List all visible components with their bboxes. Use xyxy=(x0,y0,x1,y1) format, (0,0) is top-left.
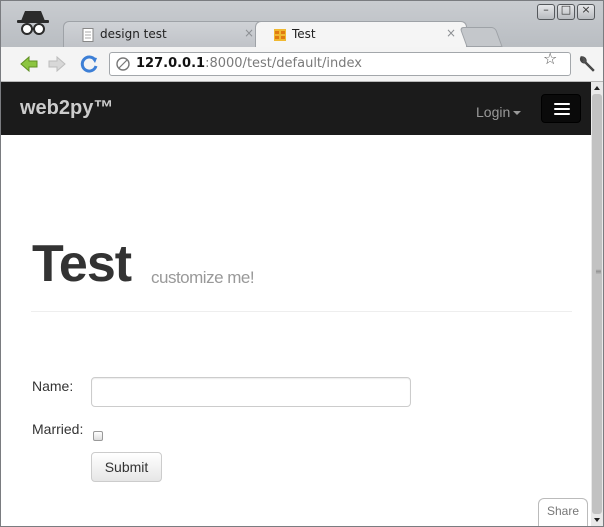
web2py-favicon-icon xyxy=(274,29,286,41)
bookmark-star-icon[interactable]: ☆ xyxy=(543,49,557,68)
page-subtitle: customize me! xyxy=(151,268,255,287)
header-divider xyxy=(31,311,572,312)
tab-label: Test xyxy=(292,27,316,41)
new-tab-button[interactable] xyxy=(459,27,503,47)
page-title: Test xyxy=(32,235,132,293)
tab-test-active[interactable]: Test × xyxy=(255,21,467,47)
reload-icon[interactable] xyxy=(79,54,99,74)
hamburger-icon xyxy=(554,108,570,110)
married-checkbox[interactable] xyxy=(93,431,103,441)
back-arrow-icon[interactable] xyxy=(19,54,39,74)
grip-icon: ≡ xyxy=(595,267,602,276)
close-window-button[interactable]: × xyxy=(577,3,595,20)
incognito-icon xyxy=(17,11,49,35)
name-input[interactable] xyxy=(91,377,411,407)
login-dropdown[interactable]: Login xyxy=(476,104,522,120)
forward-arrow-icon[interactable] xyxy=(47,54,67,74)
minimize-icon: – xyxy=(543,3,549,16)
url-host: 127.0.0.1 xyxy=(136,56,206,71)
tab-strip: design test × Test × – □ × xyxy=(1,1,603,47)
scroll-down-arrow-icon[interactable] xyxy=(591,514,603,526)
scrollbar-thumb[interactable]: ≡ xyxy=(592,94,602,514)
url-text: 127.0.0.1:8000/test/default/index xyxy=(136,56,362,71)
page-viewport: web2py™ Login Test customize me! Name: M… xyxy=(1,82,591,526)
minimize-button[interactable]: – xyxy=(537,3,555,20)
vertical-scrollbar[interactable]: ≡ xyxy=(591,82,603,526)
married-label: Married: xyxy=(32,421,84,437)
hamburger-icon xyxy=(554,113,570,115)
hamburger-icon xyxy=(554,103,570,105)
wrench-menu-icon[interactable] xyxy=(577,54,597,74)
document-icon xyxy=(82,28,94,42)
name-label: Name: xyxy=(32,378,74,394)
address-bar[interactable]: 127.0.0.1:8000/test/default/index xyxy=(109,52,571,76)
submit-button[interactable]: Submit xyxy=(91,452,162,482)
tab-close-icon[interactable]: × xyxy=(244,26,254,40)
menu-toggle-button[interactable] xyxy=(541,94,581,123)
top-navbar: web2py™ Login xyxy=(1,82,591,135)
tab-design-test[interactable]: design test × xyxy=(63,21,265,47)
browser-window: design test × Test × – □ × 127.0.0.1:800… xyxy=(0,0,604,527)
tab-close-icon[interactable]: × xyxy=(446,26,456,40)
browser-toolbar: 127.0.0.1:8000/test/default/index ☆ xyxy=(1,47,603,82)
close-icon: × xyxy=(581,3,591,16)
maximize-button[interactable]: □ xyxy=(557,3,575,20)
maximize-icon: □ xyxy=(560,3,572,16)
caret-down-icon xyxy=(513,111,522,116)
brand-logo[interactable]: web2py™ xyxy=(20,97,113,120)
scroll-up-arrow-icon[interactable] xyxy=(591,82,603,94)
url-path: :8000/test/default/index xyxy=(205,56,362,71)
share-button[interactable]: Share xyxy=(538,498,588,526)
tab-label: design test xyxy=(100,27,167,41)
page-info-icon[interactable] xyxy=(116,57,130,71)
login-label: Login xyxy=(476,104,511,120)
